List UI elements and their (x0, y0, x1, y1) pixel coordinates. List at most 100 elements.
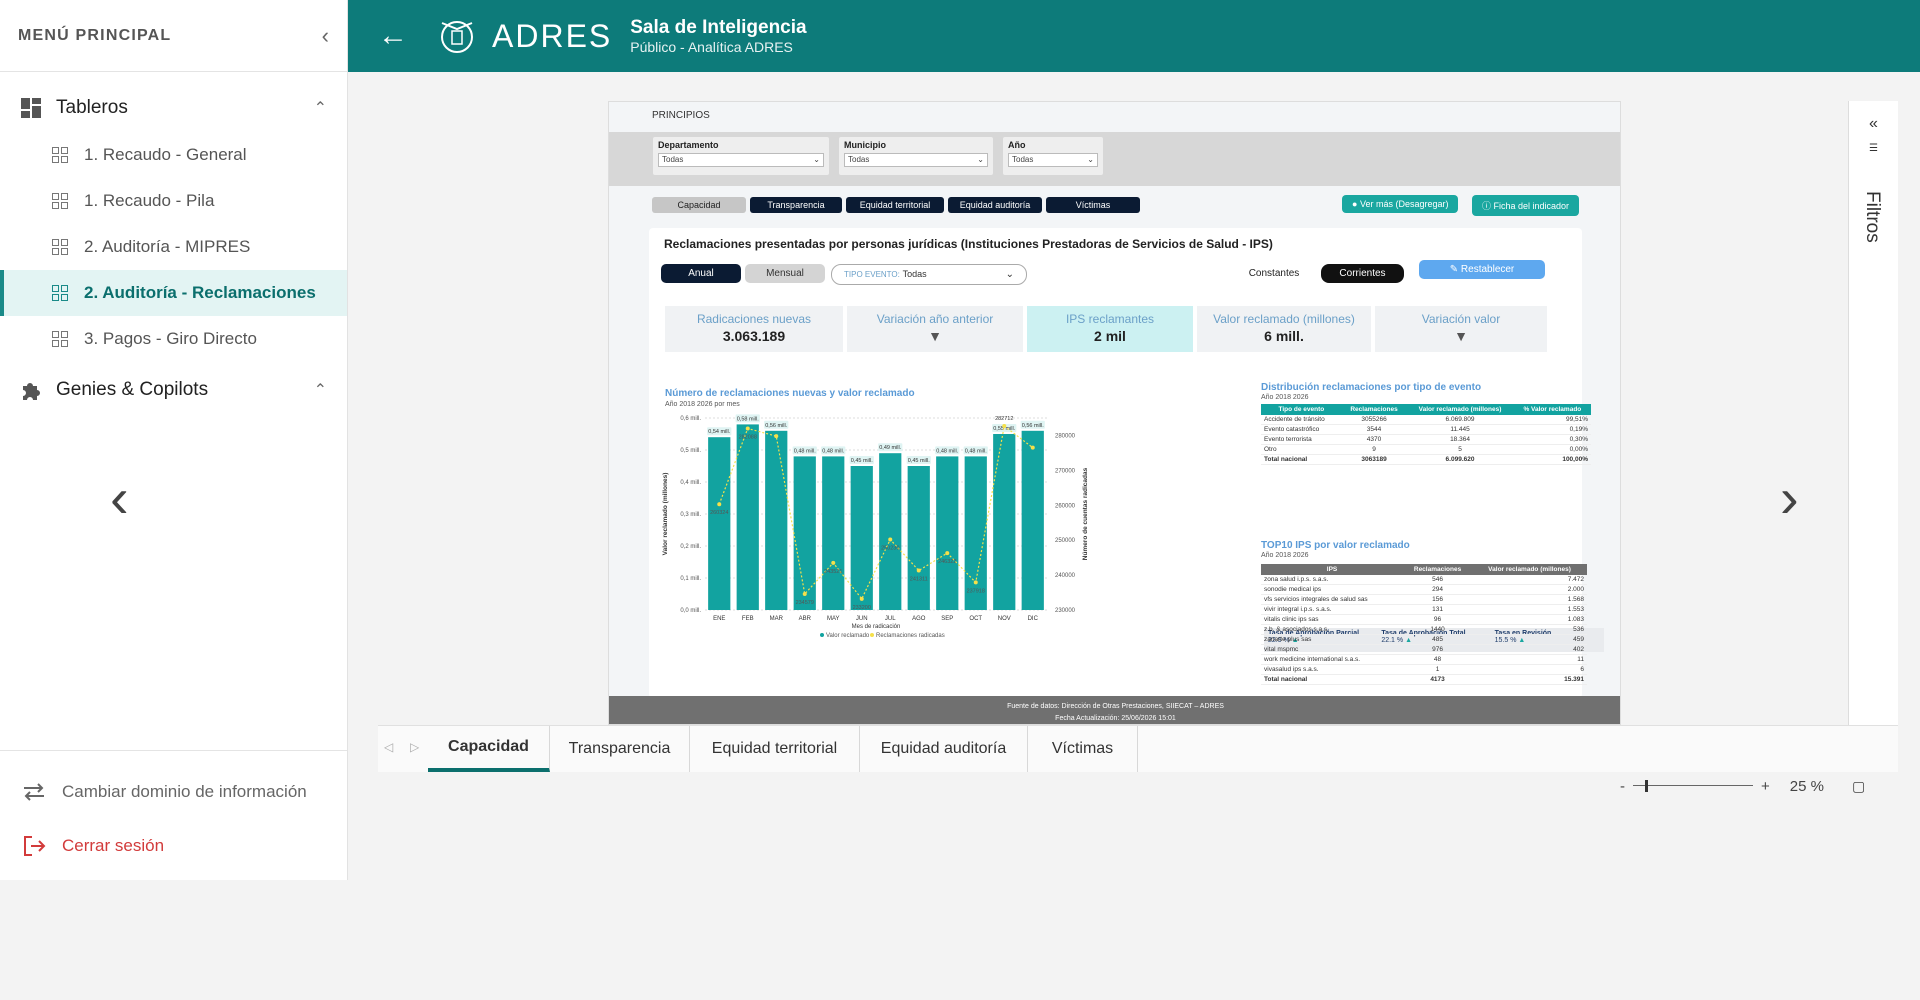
point-label: 241311 (910, 577, 928, 583)
table-cell: 459 (1472, 634, 1587, 645)
table-cell: Total nacional (1261, 674, 1404, 685)
sidebar-item-recaudo-pila[interactable]: 1. Recaudo - Pila (0, 178, 347, 224)
zoom-slider[interactable] (1633, 780, 1753, 792)
filter-municipio[interactable]: Municipio Todas ⌄ (839, 137, 993, 175)
bar (907, 466, 930, 610)
chevron-up-icon[interactable]: ⌃ (314, 98, 327, 118)
fit-page-icon[interactable]: ▢ (1852, 778, 1865, 795)
restablecer-label: Restablecer (1460, 264, 1515, 275)
tab-transparencia[interactable]: Transparencia (550, 726, 690, 772)
filter-select[interactable]: Todas ⌄ (1008, 153, 1098, 167)
kpi-value: ▼ (928, 328, 942, 344)
table-row: Otro 9 5 0,00% (1261, 444, 1591, 455)
zoom-out-button[interactable]: - (1620, 778, 1625, 795)
line-point (973, 580, 978, 585)
collapse-sidebar-icon[interactable]: ‹ (322, 23, 329, 49)
tab-victimas[interactable]: Víctimas (1028, 726, 1138, 772)
sidebar-item-auditoria-mipres[interactable]: 2. Auditoría - MIPRES (0, 224, 347, 270)
table-header[interactable]: Valor reclamado (millones) (1406, 404, 1514, 415)
tab-capacidad[interactable]: Capacidad (428, 726, 550, 772)
tab-equidad-auditoria[interactable]: Equidad auditoría (860, 726, 1028, 772)
table-header[interactable]: Reclamaciones (1341, 404, 1407, 415)
filter-value: Todas (848, 155, 870, 164)
point-label: 233200 (853, 605, 871, 611)
report-tab-equidad-territorial[interactable]: Equidad territorial (846, 197, 944, 213)
line-point (945, 551, 950, 556)
grid-icon (52, 331, 68, 347)
report-tab-equidad-auditoria[interactable]: Equidad auditoría (948, 197, 1042, 213)
page-title: Sala de Inteligencia (630, 17, 807, 38)
table-header[interactable]: Valor reclamado (millones) (1472, 564, 1587, 575)
logout-icon (24, 836, 46, 856)
tipo-evento-select[interactable]: TIPO EVENTO: Todas ⌄ (831, 264, 1027, 285)
table-cell: 294 (1403, 584, 1473, 595)
tab-equidad-territorial[interactable]: Equidad territorial (690, 726, 860, 772)
back-arrow-icon[interactable]: ← (378, 19, 418, 53)
ficha-button[interactable]: ⓘ Ficha del indicador (1472, 195, 1580, 216)
table-row: vivasalud ips s.a.s. 1 6 (1261, 664, 1587, 675)
sidebar: MENÚ PRINCIPAL ‹ Tableros ⌃ 1. Recaudo -… (0, 0, 348, 880)
table-cell: 131 (1403, 604, 1473, 615)
sidebar-item-label: 2. Auditoría - Reclamaciones (84, 283, 316, 302)
zoom-slider-thumb[interactable] (1645, 780, 1648, 792)
puzzle-icon (23, 383, 40, 400)
point-label: 246322 (938, 559, 956, 565)
restablecer-button[interactable]: ✎ Restablecer (1419, 260, 1545, 279)
tab-scroll-left-icon[interactable]: ◁ (384, 740, 393, 754)
mensual-button[interactable]: Mensual (745, 264, 825, 283)
x-tick-label: AGO (912, 616, 926, 622)
filter-select[interactable]: Todas ⌄ (658, 153, 824, 167)
prev-page-arrow[interactable]: ‹ (110, 470, 129, 526)
report-tab-transparencia[interactable]: Transparencia (750, 197, 842, 213)
table-header[interactable]: Tipo de evento (1261, 404, 1342, 415)
table-cell: 9 (1341, 444, 1407, 455)
point-label: 243521 (824, 569, 842, 575)
tab-scroll-right-icon[interactable]: ▷ (410, 740, 419, 754)
double-chevron-left-icon[interactable]: « (1849, 115, 1898, 133)
y2-tick-label: 270000 (1055, 468, 1076, 474)
brand-name: ADRES (492, 17, 613, 54)
y2-tick-label: 250000 (1055, 538, 1076, 544)
change-domain-button[interactable]: Cambiar dominio de información (0, 765, 347, 819)
table-cell: Total nacional (1261, 454, 1342, 465)
filter-label: Departamento (658, 140, 719, 150)
filter-select[interactable]: Todas ⌄ (844, 153, 988, 167)
kpi-valor-reclamado: Valor reclamado (millones) 6 mill. (1197, 306, 1371, 352)
table-row: Total nacional 3063189 6.099.620 100,00% (1261, 454, 1591, 465)
sidebar-item-auditoria-reclamaciones[interactable]: 2. Auditoría - Reclamaciones (0, 270, 347, 316)
anual-button[interactable]: Anual (661, 264, 741, 283)
group-tableros[interactable]: Tableros ⌃ (0, 84, 347, 132)
filter-ano[interactable]: Año Todas ⌄ (1003, 137, 1103, 175)
table-cell: vivir integral i.p.s. s.a.s. (1261, 604, 1404, 615)
table-cell: 156 (1403, 594, 1473, 605)
kpi-label: Variación año anterior (876, 312, 994, 326)
sidebar-item-pagos-giro-directo[interactable]: 3. Pagos - Giro Directo (0, 316, 347, 362)
table-row: zona salud i.p.s. s.a.s. 546 7.472 (1261, 575, 1587, 585)
point-label: 237918 (967, 588, 985, 594)
table-header[interactable]: IPS (1261, 564, 1404, 575)
constantes-button[interactable]: Constantes (1234, 264, 1314, 283)
table-header[interactable]: Reclamaciones (1403, 564, 1473, 575)
chevron-up-icon[interactable]: ⌃ (314, 380, 327, 400)
filter-departamento[interactable]: Departamento Todas ⌄ (653, 137, 829, 175)
kpi-label: IPS reclamantes (1065, 312, 1155, 326)
sidebar-item-recaudo-general[interactable]: 1. Recaudo - General (0, 132, 347, 178)
x-axis-label: Mes de radicación (852, 624, 901, 630)
zoom-in-button[interactable]: + (1761, 778, 1770, 795)
dist-title: Distribución reclamaciones por tipo de e… (1261, 382, 1482, 393)
report-footer: Fuente de datos: Dirección de Otras Pres… (609, 696, 1620, 724)
point-label: 234579 (796, 600, 814, 606)
report-tab-capacidad[interactable]: Capacidad (652, 197, 746, 213)
corrientes-button[interactable]: Corrientes (1321, 264, 1404, 283)
filters-pane[interactable]: « ☰ Filtros (1848, 101, 1898, 725)
table-header[interactable]: % Valor reclamado (1513, 404, 1591, 415)
group-genies[interactable]: Genies & Copilots ⌃ (0, 366, 347, 414)
grid-icon (52, 193, 68, 209)
table-cell: 536 (1472, 624, 1587, 635)
report-tab-victimas[interactable]: Víctimas (1046, 197, 1140, 213)
table-cell: Evento terrorista (1261, 434, 1342, 445)
table-cell: vivasalud ips s.a.s. (1261, 664, 1404, 675)
ver-mas-button[interactable]: ● Ver más (Desagregar) (1342, 195, 1459, 213)
next-page-arrow[interactable]: › (1780, 470, 1799, 526)
logout-button[interactable]: Cerrar sesión (0, 819, 347, 873)
